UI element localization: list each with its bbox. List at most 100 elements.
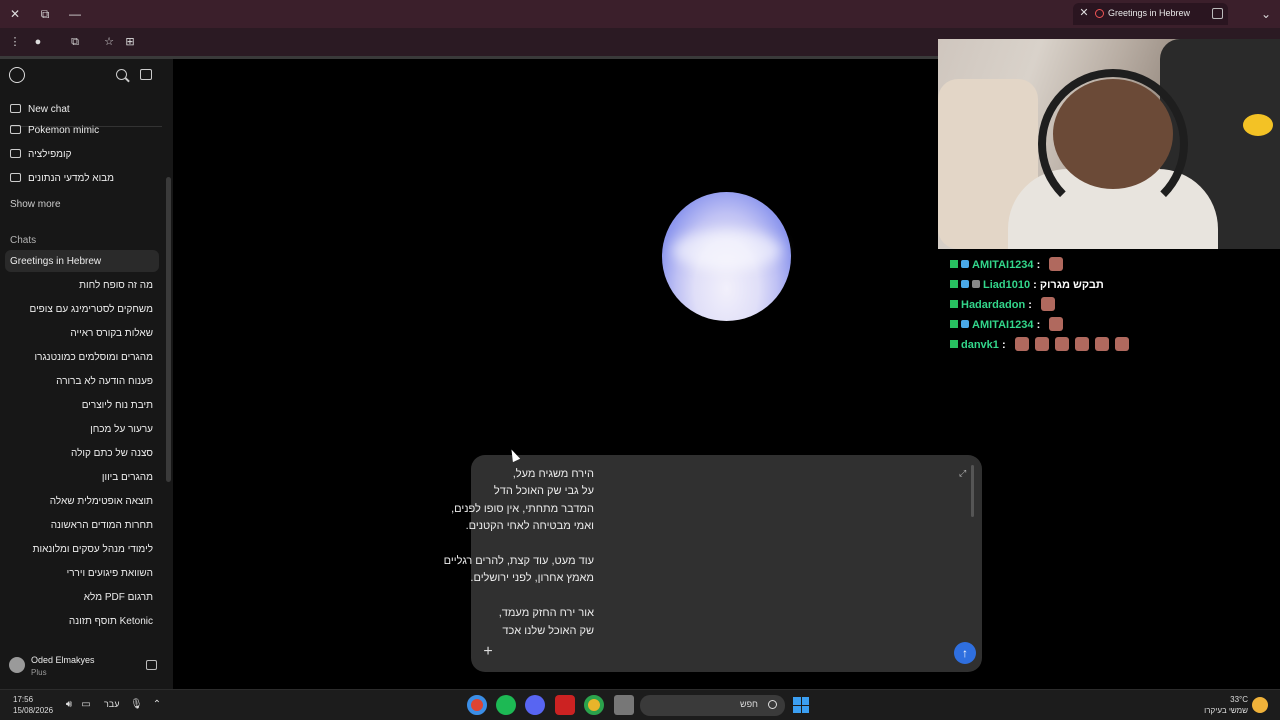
browser-tab-bar: ✕ ⧉ — + ✕ Greetings in Hebrew ⌄ [0,0,1280,28]
folder-icon [10,149,21,158]
weather-sun-icon [1252,697,1268,713]
composer-scrollbar[interactable] [971,465,974,517]
badge-icon [961,280,969,288]
emote-icon [1049,317,1064,331]
file-explorer-icon[interactable] [614,695,634,715]
chat-item[interactable]: סצנה של כתם קולה [71,448,153,459]
emote-icon [1114,337,1129,351]
emote-icon [1034,337,1049,351]
temperature: 33°C [1230,695,1248,704]
send-button[interactable]: ↑ [954,642,976,664]
emote-icon [1040,297,1055,311]
network-icon[interactable]: ▭ [80,699,92,711]
window-minimize-icon[interactable]: — [67,6,83,22]
composer-line: המדבר מתחתי, אין סופו לפנים, [451,502,594,515]
message-composer[interactable]: הירח משגיח מעל, על גבי שק האוכל הדל המדב… [444,455,982,672]
app-icon[interactable] [555,695,575,715]
chat-item[interactable]: ערעור על מכחן [90,424,153,435]
volume-icon[interactable]: 🔊︎ [63,699,75,711]
chat-username: danvk1 [961,339,999,351]
chat-separator: : [1025,299,1035,311]
chat-item[interactable]: מהגרים ומוסלמים כמונטנגרו [35,352,153,363]
folder-icon [10,125,21,134]
close-sidebar-icon[interactable] [140,69,152,80]
translate-icon[interactable]: ⊞ [123,35,137,49]
chat-item[interactable]: פענוח הודעה לא ברורה [56,376,153,387]
emote-icon [1094,337,1109,351]
chat-item[interactable]: תיבת נוח ליוצרים [82,400,153,411]
attach-plus-button[interactable]: + [481,644,495,660]
spotify-icon[interactable] [496,695,516,715]
discord-icon[interactable] [525,695,545,715]
project-item[interactable]: מבוא למדעי הנתונים [10,170,114,188]
chrome-canary-icon[interactable] [467,695,487,715]
chat-item[interactable]: תחרות המודים הראשונה [51,520,153,531]
emote-icon [1049,257,1064,271]
chat-username: Liad1010 [983,279,1031,291]
clock-date: 15/08/2026 [13,706,54,715]
project-item[interactable]: Pokemon mimic [10,122,99,140]
chat-item-active[interactable]: Greetings in Hebrew [10,256,101,267]
taskbar-search[interactable]: חפש [640,695,785,716]
bookmark-star-icon[interactable]: ☆ [102,35,116,49]
openai-logo-icon[interactable] [9,67,25,83]
sidebar-scrollbar[interactable] [166,177,171,482]
project-label: קומפילציה [28,149,72,160]
project-item[interactable]: קומפילציה [10,146,72,164]
stream-chat-message: AMITAI1234 : [950,316,1280,336]
chat-item[interactable]: Ketonic תוסף תזונה [69,616,153,627]
chat-item[interactable]: תרגום PDF מלא [84,592,153,603]
expand-icon[interactable]: ⤢ [959,468,968,478]
chat-separator: : [1033,319,1044,331]
badge-icon [950,320,958,328]
window-close-icon[interactable]: ✕ [7,6,23,22]
profile-icon[interactable]: ● [31,35,45,49]
stream-chat-message: danvk1 : [950,336,1280,356]
project-label: מבוא למדעי הנתונים [28,173,115,184]
chat-item[interactable]: השוואת פיגועים ויררי [67,568,153,579]
windows-start-icon[interactable] [793,697,809,713]
chat-item[interactable]: מהגרים ביוון [102,472,153,483]
badge-icon [950,260,958,268]
emote-icon [1014,337,1029,351]
search-icon[interactable] [116,69,127,80]
chrome-icon[interactable] [584,695,604,715]
user-name: Oded Elmakyes [31,655,95,665]
menu-dots-icon[interactable]: ⋮ [8,35,22,49]
composer-line: הירח משגיח מעל, [512,468,594,480]
search-label: חפש [740,699,758,709]
chat-item[interactable]: מה זה סופח לחות [79,280,153,291]
extensions-icon[interactable]: ⧉ [68,35,82,49]
show-more-link[interactable]: Show more [10,199,61,210]
tab-search-icon[interactable] [1212,8,1223,19]
badge-icon [950,300,958,308]
user-profile-button[interactable]: Oded Elmakyes Plus [0,649,173,689]
chat-item[interactable]: לימודי מנהל עסקים ומלונאות [33,544,153,555]
tab-close-icon[interactable]: ✕ [1077,6,1091,19]
clock-time: 17:56 [13,695,34,704]
tab-list-chevron-icon[interactable]: ⌄ [1258,6,1274,22]
input-language[interactable]: עבר [104,699,119,709]
weather-widget[interactable]: 33°C שמשי בעיקרו [1198,694,1248,716]
weather-desc: שמשי בעיקרו [1204,706,1248,715]
taskbar-clock[interactable]: 17:56 15/08/2026 [13,694,53,716]
chat-username: AMITAI1234 [972,259,1034,271]
new-chat-button[interactable]: New chat [10,101,70,119]
chat-item[interactable]: משחקים לסטרימינג עם צופים [29,304,153,315]
library-icon[interactable] [146,660,157,670]
chat-item[interactable]: תוצאה אופטימלית שאלה [50,496,153,507]
chat-item[interactable]: שאלות בקורס ראייה [70,328,153,339]
compose-icon [10,104,21,113]
composer-line [344,536,594,553]
folder-icon [10,173,21,182]
tray-chevron-icon[interactable]: ⌃ [151,699,163,711]
badge-icon [950,280,958,288]
microphone-icon[interactable]: 🎙︎ [130,699,143,711]
sidebar: New chat Pokemon mimic קומפילציה מבוא למ… [0,59,173,689]
composer-line: אור ירח החזק מעמד, [498,607,594,620]
active-tab[interactable]: ✕ Greetings in Hebrew [1073,3,1228,25]
chats-heading: Chats [10,235,37,246]
composer-line: ואמי מבטיחה לאחי הקטנים. [465,520,594,533]
composer-text[interactable]: הירח משגיח מעל, על גבי שק האוכל הדל המדב… [344,466,594,640]
window-restore-icon[interactable]: ⧉ [37,6,53,22]
